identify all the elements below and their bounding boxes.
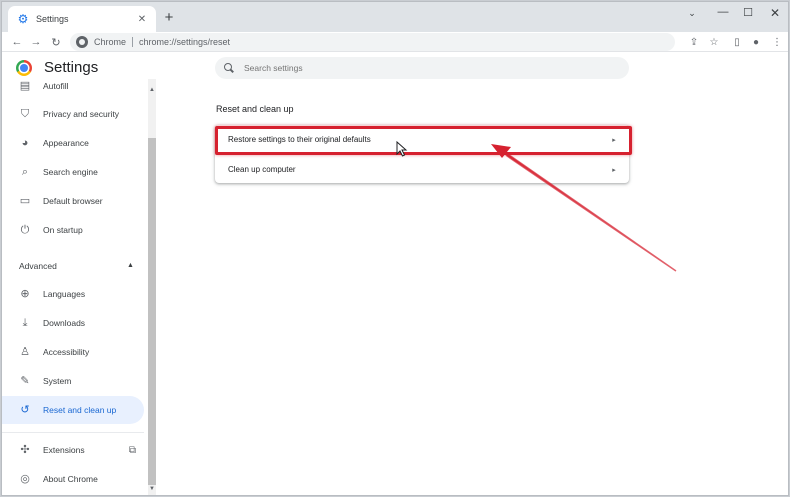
browser-icon: ▭ [19, 195, 31, 207]
clean-up-label: Clean up computer [228, 165, 296, 174]
sidebar-item-appearance[interactable]: ◕ Appearance [2, 129, 144, 157]
scroll-up-icon[interactable]: ▲ [148, 87, 156, 93]
chrome-icon: ◎ [20, 473, 30, 485]
sidebar-item-label: Languages [43, 289, 86, 299]
advanced-section-toggle[interactable]: Advanced [19, 261, 57, 271]
sidebar-item-label: Accessibility [43, 347, 90, 357]
sidebar-item-label: Privacy and security [43, 109, 120, 119]
sidebar-item-default-browser[interactable]: ▭ Default browser [2, 187, 144, 215]
sidebar-scrollbar-thumb[interactable] [148, 138, 156, 485]
reload-button[interactable]: ↻ [48, 32, 64, 52]
sidebar-item-label: Downloads [43, 318, 86, 328]
sidebar-item-privacy[interactable]: ⛉ Privacy and security [2, 100, 144, 128]
power-icon: ⏻ [20, 224, 30, 236]
search-icon: ⌕ [21, 166, 29, 178]
download-icon: ⤓ [22, 317, 28, 329]
mouse-cursor-icon [396, 141, 408, 157]
sidebar-item-about-chrome[interactable]: ◎ About Chrome [2, 465, 144, 493]
history-icon: ↺ [20, 404, 30, 416]
sidebar-item-on-startup[interactable]: ⏻ On startup [2, 216, 144, 244]
new-tab-button[interactable]: + [162, 10, 176, 25]
sidebar-item-label: Appearance [43, 138, 89, 148]
tab-strip: ⚙ Settings ✕ + ⌄ — ☐ ✕ [2, 2, 788, 32]
sidebar-item-label: Autofill [43, 81, 69, 91]
open-in-new-icon: ⧉ [128, 444, 136, 456]
browser-window: ⚙ Settings ✕ + ⌄ — ☐ ✕ ← → ↻ Chrome chro… [1, 1, 789, 496]
search-icon [224, 63, 234, 73]
sidebar-item-downloads[interactable]: ⤓ Downloads [2, 309, 144, 337]
address-bar[interactable]: Chrome chrome://settings/reset [70, 33, 675, 51]
address-chip: Chrome [94, 37, 127, 47]
wrench-icon: ✎ [20, 375, 30, 387]
maximize-button[interactable]: ☐ [738, 6, 758, 19]
puzzle-icon: ✣ [20, 444, 30, 456]
tab-title: Settings [36, 14, 69, 24]
sidebar: ▤ Autofill ⛉ Privacy and security ◕ Appe… [2, 79, 148, 495]
autofill-icon: ▤ [19, 80, 31, 92]
sidebar-item-label: On startup [43, 225, 83, 235]
sidebar-item-label: Extensions [43, 445, 85, 455]
search-input[interactable] [244, 63, 604, 73]
close-window-button[interactable]: ✕ [765, 6, 785, 20]
page-title: Settings [44, 59, 99, 76]
close-tab-icon[interactable]: ✕ [136, 14, 148, 25]
sidebar-divider [2, 432, 144, 433]
sidebar-item-reset[interactable]: ↺ Reset and clean up [2, 396, 144, 424]
sidebar-item-extensions[interactable]: ✣ Extensions ⧉ [2, 436, 144, 464]
sidebar-item-autofill[interactable]: ▤ Autofill [2, 79, 144, 100]
search-box[interactable] [215, 57, 629, 79]
accessibility-icon: ♙ [20, 346, 30, 358]
sidebar-item-label: Search engine [43, 167, 98, 177]
settings-page: Settings ▤ Autofill ⛉ Privacy and securi… [2, 53, 788, 495]
globe-icon: ⊕ [20, 288, 30, 300]
forward-button[interactable]: → [28, 32, 44, 52]
sidebar-item-search-engine[interactable]: ⌕ Search engine [2, 158, 144, 186]
tab-settings[interactable]: ⚙ Settings ✕ [8, 6, 156, 32]
sidebar-item-system[interactable]: ✎ System [2, 367, 144, 395]
bookmark-star-icon[interactable]: ☆ [706, 34, 722, 50]
palette-icon: ◕ [21, 137, 29, 149]
sidebar-item-label: System [43, 376, 72, 386]
profile-icon[interactable]: ● [748, 34, 764, 50]
clean-up-computer-row[interactable]: Clean up computer ▸ [215, 155, 629, 184]
menu-icon[interactable]: ⋮ [769, 34, 785, 50]
sidebar-item-label: Reset and clean up [43, 405, 117, 415]
settings-header: Settings [16, 59, 98, 76]
sidebar-item-languages[interactable]: ⊕ Languages [2, 280, 144, 308]
sidebar-item-accessibility[interactable]: ♙ Accessibility [2, 338, 144, 366]
gear-icon: ⚙ [17, 12, 29, 26]
sidebar-item-label: About Chrome [43, 474, 98, 484]
share-icon[interactable]: ⇪ [686, 34, 702, 50]
toolbar: ← → ↻ Chrome chrome://settings/reset ⇪ ☆… [2, 32, 788, 52]
back-button[interactable]: ← [9, 32, 25, 52]
address-url[interactable]: chrome://settings/reset [139, 37, 230, 47]
shield-icon: ⛉ [20, 108, 30, 120]
section-title: Reset and clean up [216, 104, 294, 114]
chrome-icon [76, 36, 88, 48]
minimize-button[interactable]: — [713, 6, 733, 18]
scroll-down-icon[interactable]: ▼ [148, 486, 156, 492]
side-panel-icon[interactable]: ▯ [729, 34, 745, 50]
chrome-logo-icon [16, 59, 32, 76]
highlight-box [215, 126, 632, 155]
chevron-right-icon: ▸ [612, 166, 616, 174]
address-separator [132, 37, 134, 47]
caret-up-icon[interactable]: ▲ [127, 262, 134, 269]
sidebar-item-label: Default browser [43, 196, 103, 206]
tab-search-icon[interactable]: ⌄ [682, 8, 702, 19]
